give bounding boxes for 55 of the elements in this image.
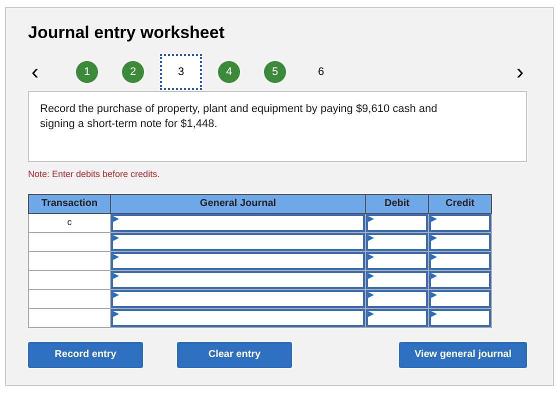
column-header: General Journal bbox=[110, 194, 366, 213]
dropdown-marker-icon bbox=[113, 254, 119, 260]
entry-field[interactable] bbox=[429, 308, 491, 326]
entry-field[interactable] bbox=[429, 270, 491, 288]
entry-field[interactable] bbox=[366, 252, 428, 270]
entry-field[interactable] bbox=[111, 308, 365, 326]
entry-field[interactable] bbox=[429, 290, 491, 308]
column-header: Debit bbox=[366, 194, 428, 213]
dropdown-marker-icon bbox=[431, 234, 437, 240]
dropdown-marker-icon bbox=[431, 216, 437, 222]
column-header: Credit bbox=[428, 194, 492, 213]
entry-field[interactable] bbox=[366, 214, 428, 232]
step-tab[interactable]: 6 bbox=[310, 61, 332, 83]
completed-step-tab[interactable]: 4 bbox=[218, 61, 240, 83]
action-button[interactable]: View general journal bbox=[399, 342, 527, 368]
entry-field[interactable] bbox=[111, 290, 365, 308]
entry-field[interactable] bbox=[429, 214, 491, 232]
entry-field[interactable] bbox=[366, 308, 428, 326]
entry-field[interactable] bbox=[111, 214, 365, 232]
dropdown-marker-icon bbox=[368, 272, 374, 278]
dropdown-marker-icon bbox=[368, 292, 374, 298]
entry-field[interactable] bbox=[429, 252, 491, 270]
dropdown-marker-icon bbox=[431, 292, 437, 298]
entry-field[interactable] bbox=[366, 290, 428, 308]
worksheet-title: Journal entry worksheet bbox=[28, 22, 226, 44]
completed-step-tab[interactable]: 2 bbox=[122, 61, 144, 83]
entry-field[interactable] bbox=[111, 252, 365, 270]
action-button[interactable]: Record entry bbox=[28, 342, 143, 368]
dropdown-marker-icon bbox=[113, 216, 119, 222]
dropdown-marker-icon bbox=[431, 310, 437, 316]
dropdown-marker-icon bbox=[368, 216, 374, 222]
completed-step-tab[interactable]: 1 bbox=[76, 61, 98, 83]
dropdown-marker-icon bbox=[368, 254, 374, 260]
entry-field[interactable] bbox=[429, 232, 491, 250]
transaction-cell: c bbox=[28, 213, 110, 232]
entry-field[interactable] bbox=[111, 232, 365, 250]
action-button[interactable]: Clear entry bbox=[177, 342, 292, 368]
dropdown-marker-icon bbox=[113, 310, 119, 316]
note-text: Note: Enter debits before credits. bbox=[28, 168, 161, 181]
description-text: Record the purchase of property, plant and equipment by paying $9,610 cash and signing a short-term note for $1,448. bbox=[40, 102, 438, 132]
column-header: Transaction bbox=[28, 194, 110, 213]
entry-field[interactable] bbox=[111, 270, 365, 288]
current-step-tab[interactable]: 3 bbox=[160, 54, 202, 90]
entry-field[interactable] bbox=[366, 232, 428, 250]
completed-step-tab[interactable]: 5 bbox=[264, 61, 286, 83]
dropdown-marker-icon bbox=[113, 234, 119, 240]
entry-field[interactable] bbox=[366, 270, 428, 288]
dropdown-marker-icon bbox=[113, 292, 119, 298]
dropdown-marker-icon bbox=[368, 310, 374, 316]
dropdown-marker-icon bbox=[431, 272, 437, 278]
dropdown-marker-icon bbox=[431, 254, 437, 260]
dropdown-marker-icon bbox=[113, 272, 119, 278]
next-button[interactable]: › bbox=[513, 61, 527, 83]
dropdown-marker-icon bbox=[368, 234, 374, 240]
previous-button[interactable]: ‹ bbox=[28, 61, 42, 83]
